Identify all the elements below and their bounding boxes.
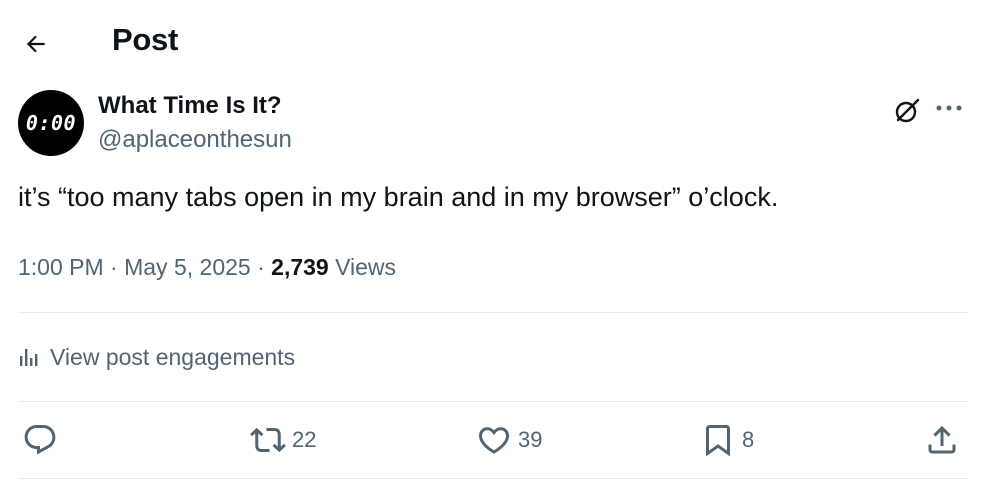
avatar[interactable]: 0:00 xyxy=(18,90,84,156)
engagements-label: View post engagements xyxy=(50,343,296,370)
arrow-left-icon xyxy=(23,31,49,57)
bookmark-button[interactable]: 8 xyxy=(700,420,754,460)
page-title: Post xyxy=(112,22,178,57)
heart-icon xyxy=(476,422,512,458)
post-meta: 1:00 PM · May 5, 2025 · 2,739 Views xyxy=(18,254,396,281)
back-button[interactable] xyxy=(16,24,56,64)
post-header: Post xyxy=(0,0,995,82)
post-time[interactable]: 1:00 PM xyxy=(18,254,104,280)
grok-icon xyxy=(892,96,922,126)
divider xyxy=(18,401,968,402)
divider xyxy=(18,478,968,479)
bookmark-count: 8 xyxy=(742,427,755,452)
like-count: 39 xyxy=(518,427,543,452)
repost-count: 22 xyxy=(292,427,317,452)
bookmark-icon xyxy=(700,422,736,458)
share-icon xyxy=(924,422,960,458)
like-button[interactable]: 39 xyxy=(476,420,542,460)
author-handle[interactable]: @aplaceonthesun xyxy=(98,126,292,154)
avatar-text: 0:00 xyxy=(25,111,77,135)
divider xyxy=(18,312,968,313)
post-text: it’s “too many tabs open in my brain and… xyxy=(18,182,779,212)
reply-button[interactable] xyxy=(22,420,58,460)
author-display-name[interactable]: What Time Is It? xyxy=(98,92,282,120)
repost-button[interactable]: 22 xyxy=(250,420,316,460)
more-horizontal-icon xyxy=(935,104,963,112)
views-label: Views xyxy=(328,254,397,280)
share-button[interactable] xyxy=(924,420,960,460)
reply-icon xyxy=(22,422,58,458)
repost-icon xyxy=(250,422,286,458)
meta-separator: · xyxy=(103,254,125,280)
meta-separator-2: · xyxy=(250,254,272,280)
analytics-icon xyxy=(18,346,40,368)
views-count: 2,739 xyxy=(271,254,329,280)
more-button[interactable] xyxy=(932,94,966,122)
view-engagements-link[interactable]: View post engagements xyxy=(18,340,295,374)
grok-button[interactable] xyxy=(890,94,924,128)
post-date[interactable]: May 5, 2025 xyxy=(124,254,251,280)
